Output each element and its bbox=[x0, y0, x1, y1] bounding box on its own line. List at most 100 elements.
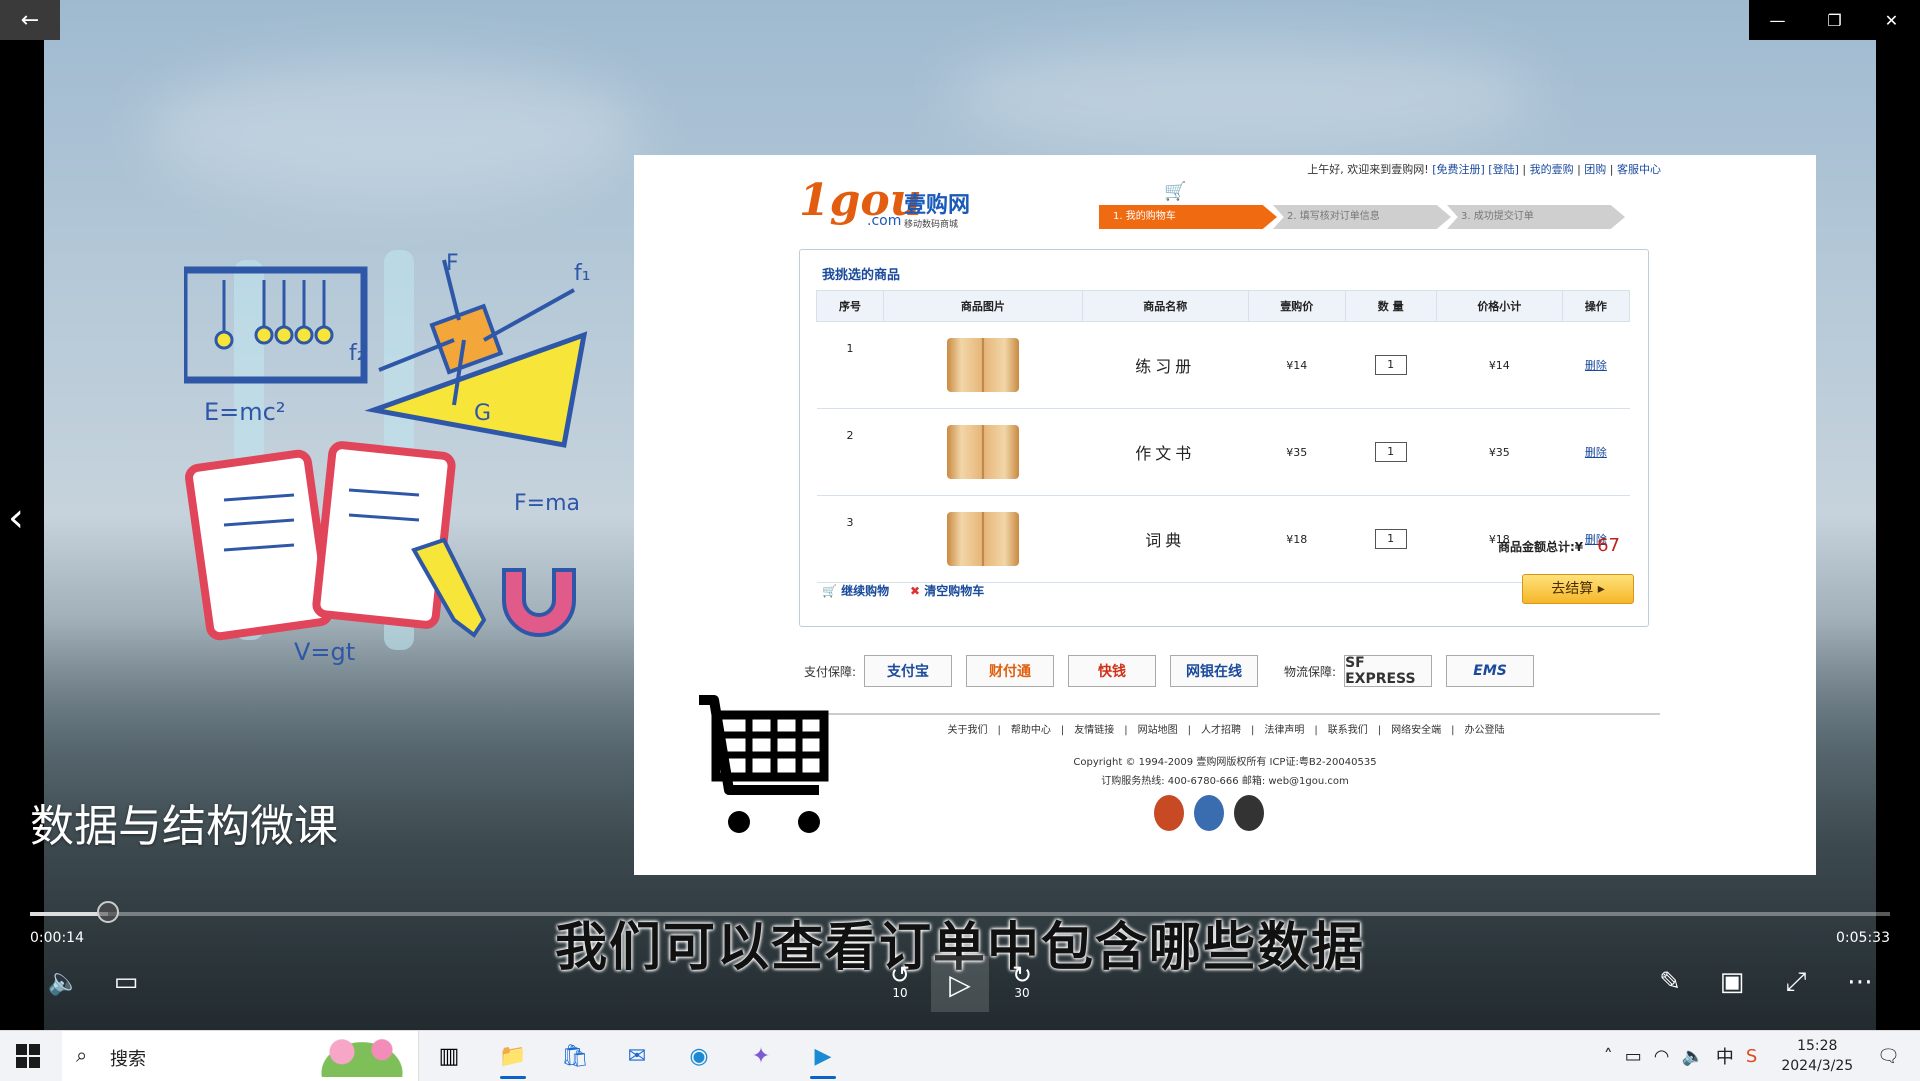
register-link: [免费注册] bbox=[1432, 163, 1485, 176]
quantity-field: 1 bbox=[1374, 529, 1407, 549]
clock[interactable]: 15:28 2024/3/25 bbox=[1781, 1036, 1853, 1076]
wifi-icon[interactable]: ◠ bbox=[1654, 1046, 1670, 1067]
volume-button[interactable]: 🔈 bbox=[44, 962, 84, 1002]
table-row: 2 作文书 ¥35 1 ¥35 删除 bbox=[816, 408, 1630, 496]
cart-panel: 我挑选的商品 序号 商品图片 商品名称 壹购价 数 量 价格小计 操作 1 练习… bbox=[799, 249, 1649, 627]
checkout-button: 去结算 ▸ bbox=[1522, 574, 1634, 604]
start-button[interactable] bbox=[16, 1044, 40, 1068]
99bill-logo: 快钱 bbox=[1068, 655, 1157, 687]
cart-total: 商品金额总计:¥ 67 bbox=[1497, 535, 1620, 556]
restore-button[interactable]: ❐ bbox=[1806, 0, 1863, 40]
col-no: 序号 bbox=[815, 290, 885, 322]
system-tray: ˄ ▭ ◠ 🔈 中 S 15:28 2024/3/25 🗨 bbox=[1598, 1031, 1920, 1081]
video-player: F f₁ f₂ G E=mc² F=ma V=gt 上午好, 欢迎来到壹购网! … bbox=[0, 0, 1920, 1030]
close-button[interactable]: ✕ bbox=[1863, 0, 1920, 40]
svg-text:G: G bbox=[474, 401, 491, 426]
delete-link: 删除 bbox=[1584, 359, 1607, 372]
col-subtotal: 价格小计 bbox=[1435, 290, 1563, 322]
play-button[interactable]: ▷ bbox=[931, 956, 989, 1012]
product-name: 作文书 bbox=[1082, 408, 1249, 496]
checkout-steps: 1. 我的购物车 2. 填写核对订单信息 3. 成功提交订单 bbox=[1099, 205, 1625, 229]
payment-row: 支付保障: 支付宝 财付通 快钱 网银在线 物流保障: SF EXPRESS E… bbox=[804, 655, 1548, 687]
store-icon[interactable]: 🛍 bbox=[558, 1039, 592, 1073]
previous-item-button[interactable]: ‹ bbox=[8, 495, 24, 541]
seek-bar[interactable] bbox=[30, 901, 1890, 923]
footer-links: 关于我们 | 帮助中心 | 友情链接 | 网站地图 | 人才招聘 | 法律声明 | 联系我们 | 网络安全端… bbox=[792, 713, 1660, 736]
search-icon: ⌕ bbox=[76, 1043, 88, 1067]
forward-30-button[interactable]: ↻ 30 bbox=[1000, 962, 1044, 1002]
ime-indicator[interactable]: 中 bbox=[1716, 1043, 1734, 1069]
svg-text:f₂: f₂ bbox=[349, 341, 366, 366]
captions-button[interactable]: ▭ bbox=[106, 962, 146, 1002]
continue-shopping-link: 🛒 继续购物 bbox=[822, 584, 890, 598]
book-image bbox=[946, 512, 1019, 566]
captions-icon: ▭ bbox=[113, 967, 139, 997]
fullscreen-button[interactable]: ⤢ bbox=[1776, 962, 1816, 1002]
pen-button[interactable]: ✎ bbox=[1650, 962, 1690, 1002]
tenpay-logo: 财付通 bbox=[966, 655, 1055, 687]
current-time: 0:00:14 bbox=[30, 930, 84, 946]
service-link: 客服中心 bbox=[1617, 163, 1661, 176]
search-placeholder: 搜索 bbox=[110, 1049, 146, 1070]
svg-text:F=ma: F=ma bbox=[514, 491, 580, 516]
more-icon: ⋯ bbox=[1847, 967, 1873, 997]
media-player-icon[interactable]: ▶ bbox=[806, 1039, 840, 1079]
rewind-10-button[interactable]: ↺ 10 bbox=[878, 962, 922, 1002]
forward-icon: ↻ bbox=[1011, 961, 1033, 989]
task-view-icon[interactable]: ▥ bbox=[432, 1039, 466, 1073]
volume-icon[interactable]: 🔈 bbox=[1681, 1046, 1703, 1067]
step-cart: 1. 我的购物车 bbox=[1099, 205, 1277, 229]
video-frame[interactable]: F f₁ f₂ G E=mc² F=ma V=gt 上午好, 欢迎来到壹购网! … bbox=[44, 0, 1876, 1030]
badge-icon bbox=[1194, 795, 1224, 831]
group-buy-link: 团购 bbox=[1584, 163, 1607, 176]
course-title: 数据与结构微课 bbox=[30, 801, 338, 852]
more-options-button[interactable]: ⋯ bbox=[1840, 962, 1880, 1002]
sogou-icon[interactable]: S bbox=[1746, 1046, 1757, 1067]
physics-illustration: F f₁ f₂ G E=mc² F=ma V=gt bbox=[184, 250, 591, 666]
notifications-icon[interactable]: 🗨 bbox=[1877, 1046, 1900, 1067]
window-controls: — ❐ ✕ bbox=[1749, 0, 1920, 40]
product-name: 练习册 bbox=[1082, 321, 1249, 409]
chevron-up-icon[interactable]: ˄ bbox=[1604, 1046, 1613, 1067]
cart-icon: 🛒 bbox=[1164, 181, 1187, 202]
arrow-left-icon: ← bbox=[20, 7, 40, 33]
product-name: 词典 bbox=[1082, 495, 1249, 583]
miniplayer-button[interactable]: ▣ bbox=[1712, 962, 1752, 1002]
svg-text:f₁: f₁ bbox=[574, 261, 591, 286]
book-image bbox=[946, 338, 1019, 392]
my-account-link: 我的壹购 bbox=[1529, 163, 1574, 176]
svg-text:V=gt: V=gt bbox=[294, 638, 355, 666]
chinabank-logo: 网银在线 bbox=[1170, 655, 1259, 687]
col-price: 壹购价 bbox=[1247, 290, 1346, 322]
shop-logo: 1gou .com 壹购网 移动数码商城 bbox=[799, 175, 971, 230]
police-badge-icon bbox=[1234, 795, 1264, 831]
svg-text:F: F bbox=[446, 251, 459, 276]
quantity-field: 1 bbox=[1374, 442, 1407, 462]
login-link: [登陆] bbox=[1488, 163, 1519, 176]
col-qty: 数 量 bbox=[1344, 290, 1437, 322]
delete-link: 删除 bbox=[1584, 446, 1607, 459]
mail-icon[interactable]: ✉ bbox=[620, 1039, 654, 1073]
shop-top-links: 上午好, 欢迎来到壹购网! [免费注册] [登陆] | 我的壹购 | 团购 | … bbox=[1307, 163, 1661, 176]
svg-text:E=mc²: E=mc² bbox=[204, 398, 285, 426]
device-icon[interactable]: ▭ bbox=[1625, 1046, 1642, 1067]
cloud-decoration bbox=[144, 60, 644, 200]
minimize-button[interactable]: — bbox=[1749, 0, 1806, 40]
step-submit-order: 3. 成功提交订单 bbox=[1447, 205, 1625, 229]
book-image bbox=[946, 425, 1019, 479]
rewind-icon: ↺ bbox=[889, 961, 911, 989]
edge-icon[interactable]: ◉ bbox=[682, 1039, 716, 1073]
pencil-icon: ✎ bbox=[1659, 967, 1681, 997]
shopping-cart-icon bbox=[699, 695, 829, 833]
alipay-logo: 支付宝 bbox=[864, 655, 953, 687]
taskbar-search[interactable]: ⌕ 搜索 bbox=[62, 1031, 419, 1081]
step-fill-order: 2. 填写核对订单信息 bbox=[1273, 205, 1451, 229]
panel-title: 我挑选的商品 bbox=[822, 268, 901, 283]
seek-thumb[interactable] bbox=[97, 901, 120, 923]
badge-icon bbox=[1154, 795, 1184, 831]
file-explorer-icon[interactable]: 📁 bbox=[496, 1039, 530, 1079]
taskbar: ⌕ 搜索 ▥ 📁 🛍 ✉ ◉ ✦ ▶ ˄ ▭ ◠ 🔈 中 S 15:28 202… bbox=[0, 1030, 1920, 1081]
speaker-icon: 🔈 bbox=[47, 967, 81, 997]
copilot-icon[interactable]: ✦ bbox=[744, 1039, 778, 1073]
back-button[interactable]: ← bbox=[0, 0, 60, 40]
